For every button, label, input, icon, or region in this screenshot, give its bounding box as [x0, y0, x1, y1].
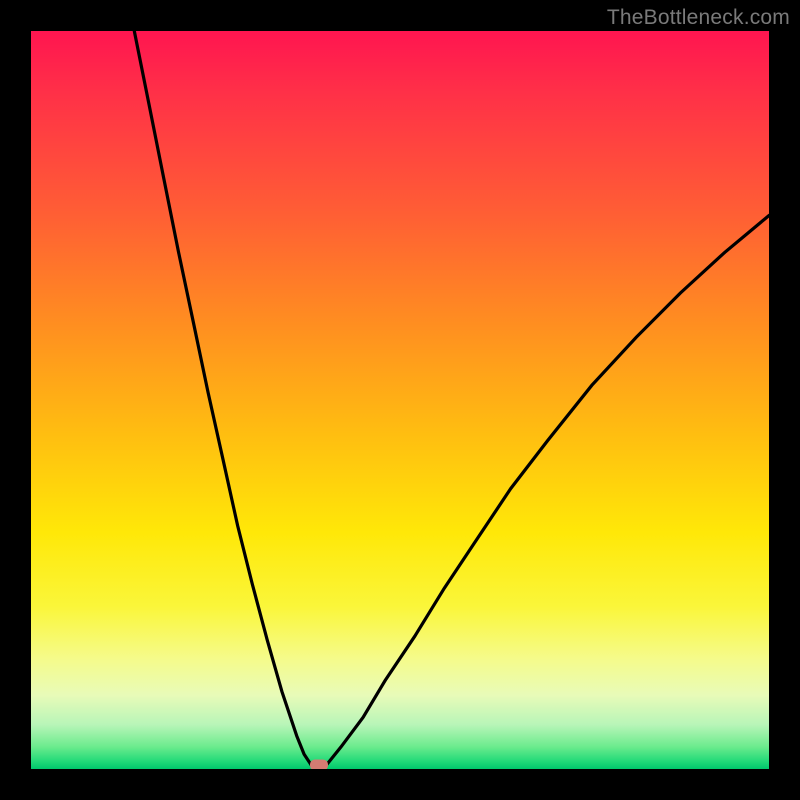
curve-left-branch	[134, 31, 311, 765]
minimum-marker	[310, 760, 328, 769]
watermark-text: TheBottleneck.com	[607, 6, 790, 30]
bottleneck-curve	[31, 31, 769, 769]
curve-right-branch	[326, 216, 769, 766]
plot-area	[31, 31, 769, 769]
